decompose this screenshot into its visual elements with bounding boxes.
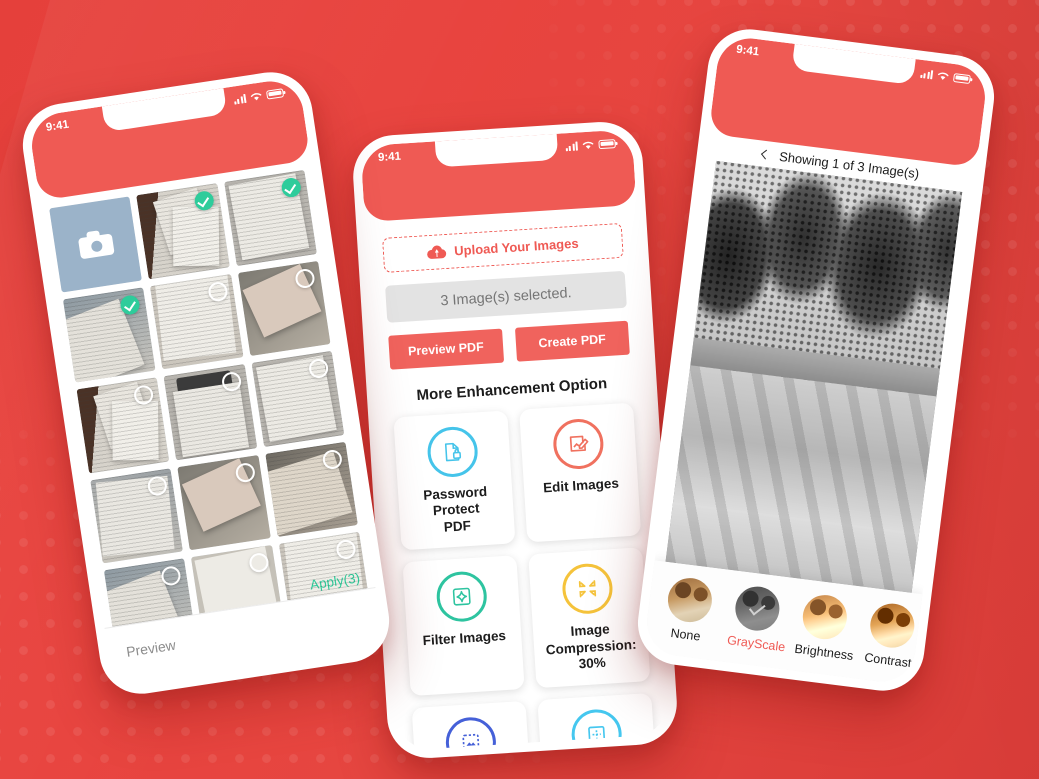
- media-tile[interactable]: [163, 364, 257, 461]
- selected-count-field: 3 Image(s) selected.: [385, 270, 627, 323]
- media-tile[interactable]: [223, 169, 317, 266]
- status-time: 9:41: [735, 43, 760, 59]
- option-ring: [560, 562, 615, 616]
- filter-selected-check-icon: [732, 584, 782, 634]
- option-ring: [551, 417, 605, 471]
- image-crop-icon: [462, 733, 480, 751]
- preview-button[interactable]: Preview: [125, 637, 177, 660]
- status-icons: [565, 138, 616, 151]
- option-label: Filter Images: [422, 628, 507, 649]
- filter-item-none[interactable]: None: [659, 575, 719, 645]
- signal-icon: [233, 93, 247, 105]
- filter-item-grayscale[interactable]: GrayScale: [726, 584, 786, 654]
- battery-icon: [952, 72, 971, 84]
- battery-icon: [598, 138, 616, 149]
- status-icons: [919, 68, 971, 84]
- preview-pdf-button[interactable]: Preview PDF: [388, 328, 504, 370]
- wifi-icon: [250, 93, 262, 101]
- selected-count-text: 3 Image(s) selected.: [439, 284, 573, 309]
- filter-label: None: [669, 625, 702, 644]
- upload-label: Upload Your Images: [453, 235, 579, 259]
- prev-chevron-icon[interactable]: [761, 149, 771, 160]
- image-preview[interactable]: [665, 160, 963, 593]
- cloud-upload-icon: [427, 244, 447, 259]
- media-tile[interactable]: [264, 441, 358, 538]
- option-edit-images[interactable]: Edit Images: [519, 402, 642, 543]
- option-password-protect-pdf[interactable]: Password Protect PDF: [393, 410, 516, 551]
- status-time: 9:41: [377, 150, 402, 165]
- filter-sparkle-icon: [452, 588, 471, 606]
- screen-images-to-pdf: 9:41 Images To PDF Upload Your Images 3 …: [360, 129, 670, 751]
- enhancement-options-grid: Password Protect PDF Edit Images Filter …: [393, 402, 658, 751]
- media-tile[interactable]: [76, 377, 170, 474]
- filter-label: GrayScale: [726, 633, 786, 655]
- image-resize-icon: [588, 725, 606, 743]
- option-image-compression[interactable]: Image Compression: 30%: [528, 547, 651, 688]
- media-grid[interactable]: [40, 160, 376, 628]
- pdf-body: Upload Your Images 3 Image(s) selected. …: [365, 205, 670, 751]
- option-label: Image Compression: 30%: [545, 621, 637, 672]
- filter-label: Contrast: [863, 650, 913, 671]
- section-title: More Enhancement Option: [416, 375, 608, 405]
- media-tile[interactable]: [177, 454, 271, 551]
- filter-thumbnail: [867, 601, 917, 651]
- option-ring: [444, 715, 498, 751]
- signal-icon: [565, 140, 578, 151]
- wifi-icon: [937, 72, 949, 80]
- media-tile[interactable]: [237, 260, 331, 357]
- pdf-action-buttons: Preview PDF Create PDF: [388, 320, 630, 370]
- option-label: Password Protect PDF: [422, 483, 488, 535]
- phone-images-to-pdf: 9:41 Images To PDF Upload Your Images 3 …: [350, 119, 680, 761]
- option-label: Edit Images: [542, 475, 620, 496]
- option-ring: [435, 570, 489, 624]
- option-image-crop[interactable]: [411, 700, 533, 751]
- filter-item-contrast[interactable]: Contrast: [861, 601, 921, 671]
- status-icons: [233, 87, 285, 105]
- media-tile[interactable]: [251, 351, 345, 447]
- filter-thumbnail: [732, 584, 782, 634]
- option-ring: [426, 425, 480, 479]
- filter-thumbnail: [800, 592, 850, 642]
- battery-icon: [265, 87, 285, 100]
- compress-arrows-icon: [578, 580, 597, 598]
- create-pdf-button[interactable]: Create PDF: [514, 320, 630, 362]
- option-ring: [570, 707, 624, 751]
- camera-icon: [77, 229, 115, 260]
- upload-images-button[interactable]: Upload Your Images: [382, 222, 624, 273]
- media-tile[interactable]: [150, 273, 244, 370]
- filter-thumbnail: [665, 575, 715, 625]
- option-filter-images[interactable]: Filter Images: [402, 555, 525, 696]
- media-tile[interactable]: [90, 468, 184, 564]
- signal-icon: [919, 68, 934, 79]
- media-tile[interactable]: [136, 183, 230, 279]
- status-time: 9:41: [45, 118, 70, 134]
- pdf-lock-icon: [444, 442, 462, 462]
- media-tile[interactable]: [62, 286, 156, 383]
- tile-camera[interactable]: [49, 196, 143, 293]
- filter-label: Brightness: [793, 641, 855, 663]
- filter-item-brightness[interactable]: Brightness: [793, 592, 855, 663]
- edit-pencil-icon: [569, 435, 589, 452]
- wifi-icon: [582, 141, 594, 150]
- option-image-resize[interactable]: [537, 692, 658, 751]
- grayscale-orchard-photo: [665, 160, 963, 593]
